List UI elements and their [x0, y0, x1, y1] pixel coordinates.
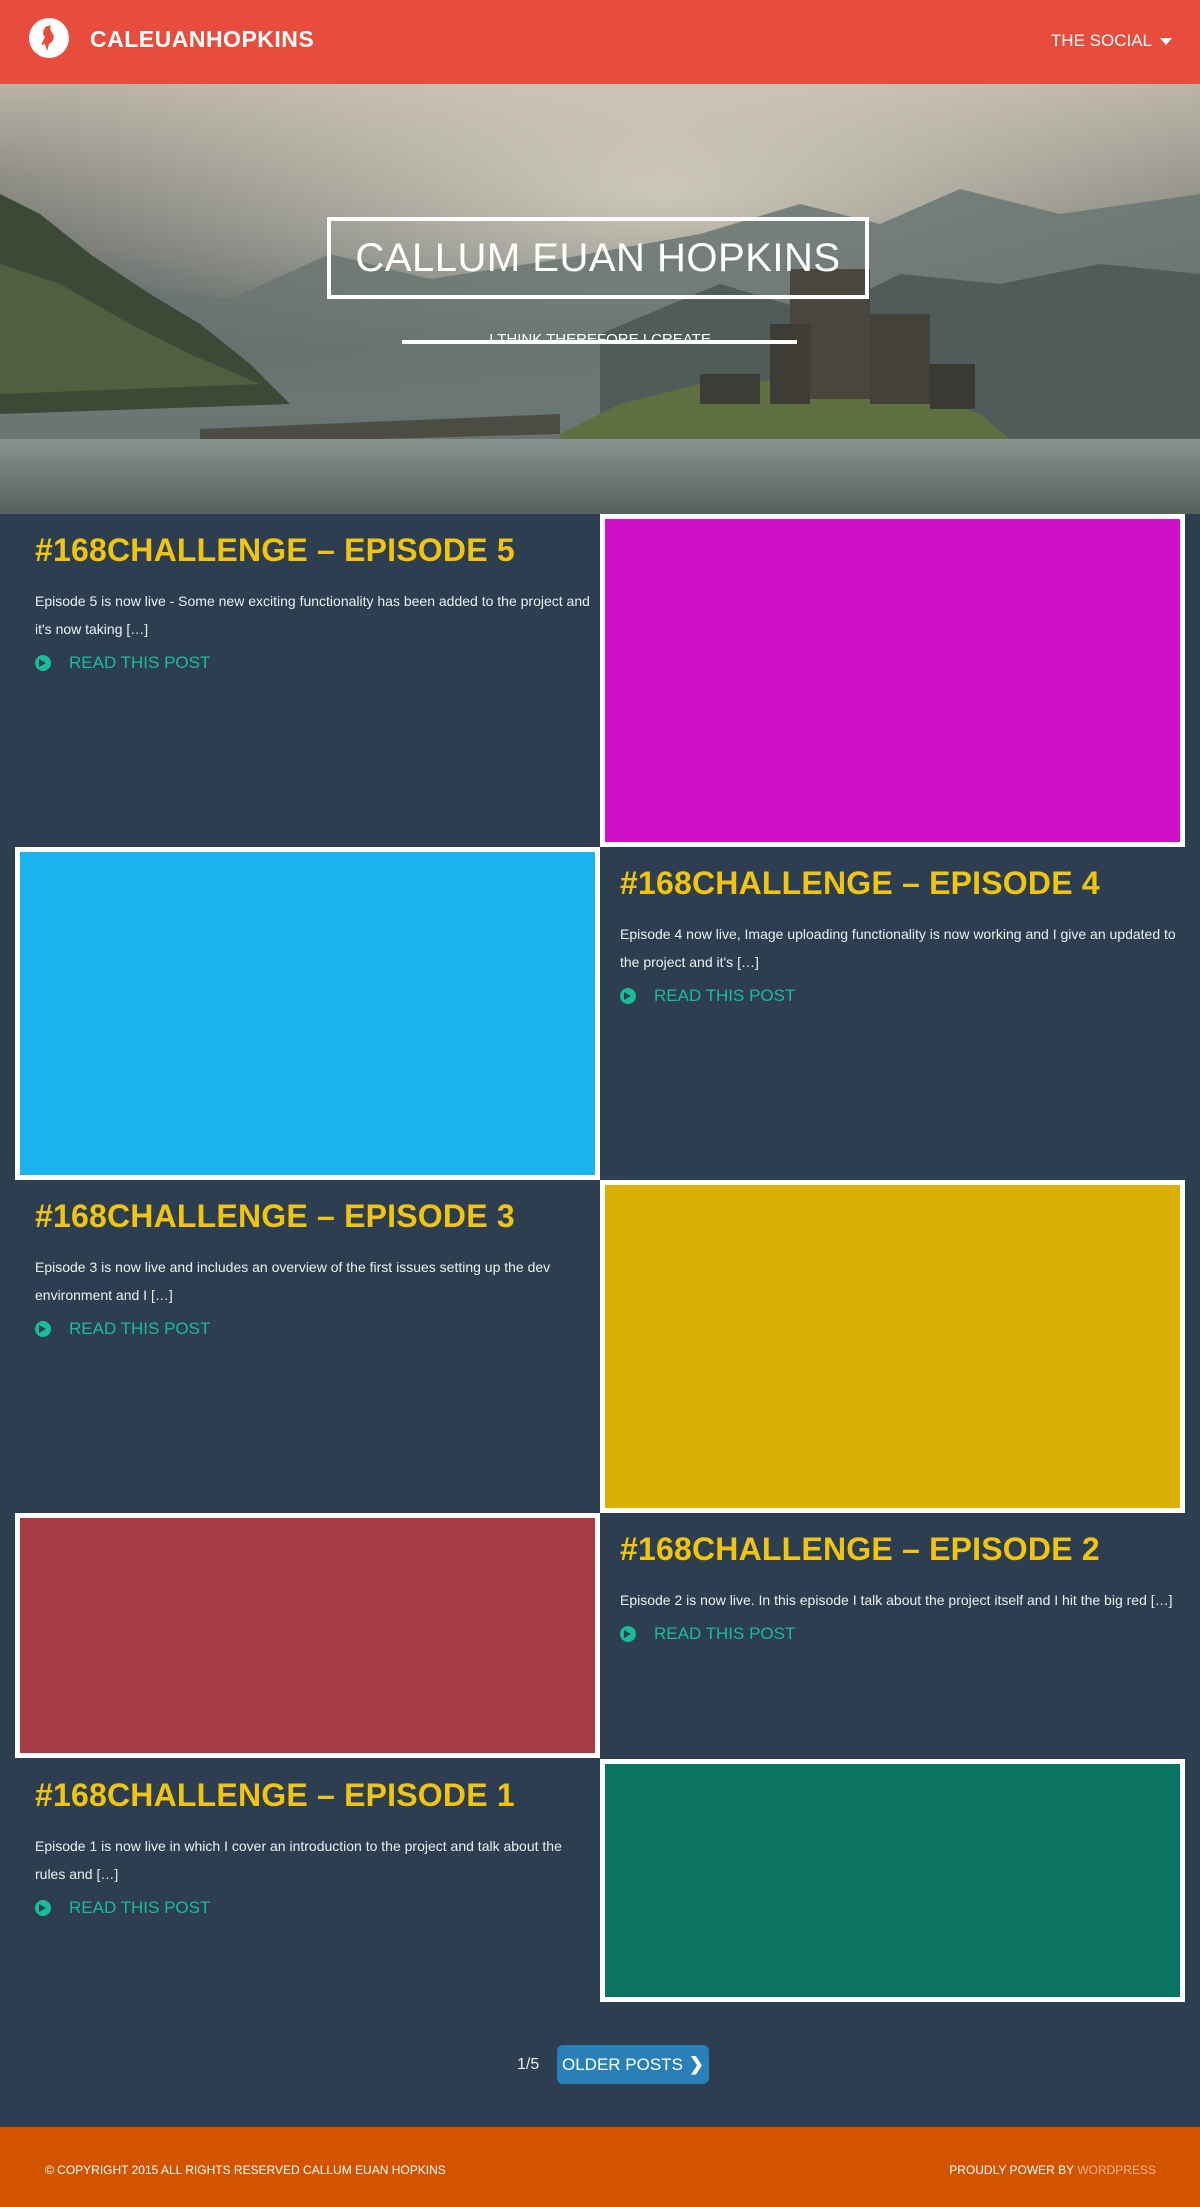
post-summary: #168CHALLENGE – EPISODE 3 Episode 3 is n…	[35, 1198, 595, 1339]
read-post-link[interactable]: READ THIS POST	[620, 986, 1180, 1006]
read-post-link[interactable]: READ THIS POST	[35, 1319, 595, 1339]
read-post-label: READ THIS POST	[654, 1624, 796, 1643]
copyright-text: © COPYRIGHT 2015 ALL RIGHTS RESERVED CAL…	[45, 2163, 446, 2177]
post-summary: #168CHALLENGE – EPISODE 2 Episode 2 is n…	[620, 1531, 1180, 1644]
site-footer: © COPYRIGHT 2015 ALL RIGHTS RESERVED CAL…	[0, 2127, 1200, 2207]
post-summary: #168CHALLENGE – EPISODE 5 Episode 5 is n…	[35, 532, 595, 673]
read-post-label: READ THIS POST	[69, 1898, 211, 1917]
powered-by: PROUDLY POWER BY WORDPRESS	[949, 2163, 1156, 2177]
arrow-right-circle-icon	[35, 655, 51, 671]
hero-subtitle: I THINK THEREFORE I CREATE	[489, 331, 711, 348]
read-post-label: READ THIS POST	[69, 1319, 211, 1338]
post-title[interactable]: #168CHALLENGE – EPISODE 2	[620, 1531, 1180, 1568]
hero-title-box: CALLUM EUAN HOPKINS	[327, 217, 869, 299]
arrow-right-circle-icon	[35, 1321, 51, 1337]
pagination: 1/5 OLDER POSTS ❯	[0, 2045, 1200, 2085]
wordpress-link[interactable]: WORDPRESS	[1077, 2163, 1156, 2177]
post-excerpt: Episode 3 is now live and includes an ov…	[35, 1259, 551, 1303]
site-header: CALEUANHOPKINS THE SOCIAL	[0, 0, 1200, 84]
page-count: 1/5	[517, 2056, 540, 2073]
chevron-right-icon: ❯	[688, 2054, 704, 2074]
logo-icon[interactable]	[29, 18, 69, 58]
read-post-label: READ THIS POST	[69, 653, 211, 672]
read-post-link[interactable]: READ THIS POST	[35, 1898, 595, 1918]
arrow-right-circle-icon	[620, 988, 636, 1004]
arrow-right-circle-icon	[35, 1900, 51, 1916]
post-thumbnail[interactable]	[15, 847, 600, 1180]
post-title[interactable]: #168CHALLENGE – EPISODE 4	[620, 865, 1180, 902]
caret-down-icon	[1160, 37, 1172, 45]
post-title[interactable]: #168CHALLENGE – EPISODE 5	[35, 532, 595, 569]
post-thumbnail[interactable]	[600, 514, 1185, 847]
post-excerpt: Episode 2 is now live. In this episode I…	[620, 1592, 1173, 1608]
post-excerpt: Episode 1 is now live in which I cover a…	[35, 1838, 562, 1882]
hero-banner: CALLUM EUAN HOPKINS I THINK THEREFORE I …	[0, 84, 1200, 514]
post-title[interactable]: #168CHALLENGE – EPISODE 1	[35, 1777, 595, 1814]
post-excerpt: Episode 5 is now live - Some new excitin…	[35, 593, 590, 637]
social-menu-label: THE SOCIAL	[1050, 31, 1152, 50]
social-menu[interactable]: THE SOCIAL	[1051, 31, 1172, 51]
post-excerpt: Episode 4 now live, Image uploading func…	[620, 926, 1176, 970]
hero-landscape-image	[0, 84, 1200, 514]
read-post-label: READ THIS POST	[654, 986, 796, 1005]
post-thumbnail[interactable]	[15, 1513, 600, 1758]
older-posts-button[interactable]: OLDER POSTS ❯	[557, 2045, 709, 2084]
read-post-link[interactable]: READ THIS POST	[620, 1624, 1180, 1644]
hero-title: CALLUM EUAN HOPKINS	[355, 235, 841, 280]
arrow-right-circle-icon	[620, 1626, 636, 1642]
post-summary: #168CHALLENGE – EPISODE 1 Episode 1 is n…	[35, 1777, 595, 1918]
powered-prefix: PROUDLY POWER BY	[949, 2163, 1074, 2177]
post-thumbnail[interactable]	[600, 1180, 1185, 1513]
post-summary: #168CHALLENGE – EPISODE 4 Episode 4 now …	[620, 865, 1180, 1006]
post-thumbnail[interactable]	[600, 1759, 1185, 2002]
site-title[interactable]: CALEUANHOPKINS	[90, 26, 314, 53]
post-title[interactable]: #168CHALLENGE – EPISODE 3	[35, 1198, 595, 1235]
read-post-link[interactable]: READ THIS POST	[35, 653, 595, 673]
older-posts-label: OLDER POSTS	[561, 2054, 683, 2074]
